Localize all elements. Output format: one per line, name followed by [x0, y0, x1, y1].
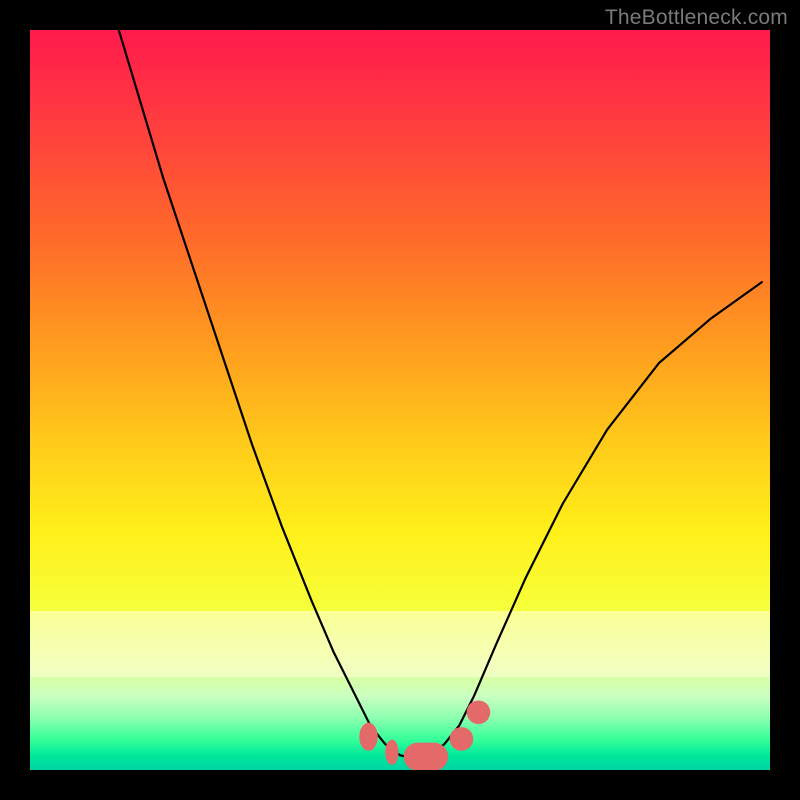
curve-layer — [30, 30, 770, 770]
highlight-band — [30, 611, 770, 678]
marker-segment — [385, 740, 398, 765]
marker-group — [359, 700, 490, 770]
marker-segment — [359, 723, 378, 751]
plot-area — [30, 30, 770, 770]
watermark-text: TheBottleneck.com — [605, 6, 788, 30]
bottleneck-curve — [119, 30, 763, 759]
marker-dot — [450, 727, 474, 751]
chart-frame: TheBottleneck.com — [0, 0, 800, 800]
marker-segment — [404, 743, 448, 770]
marker-dot — [467, 700, 491, 724]
